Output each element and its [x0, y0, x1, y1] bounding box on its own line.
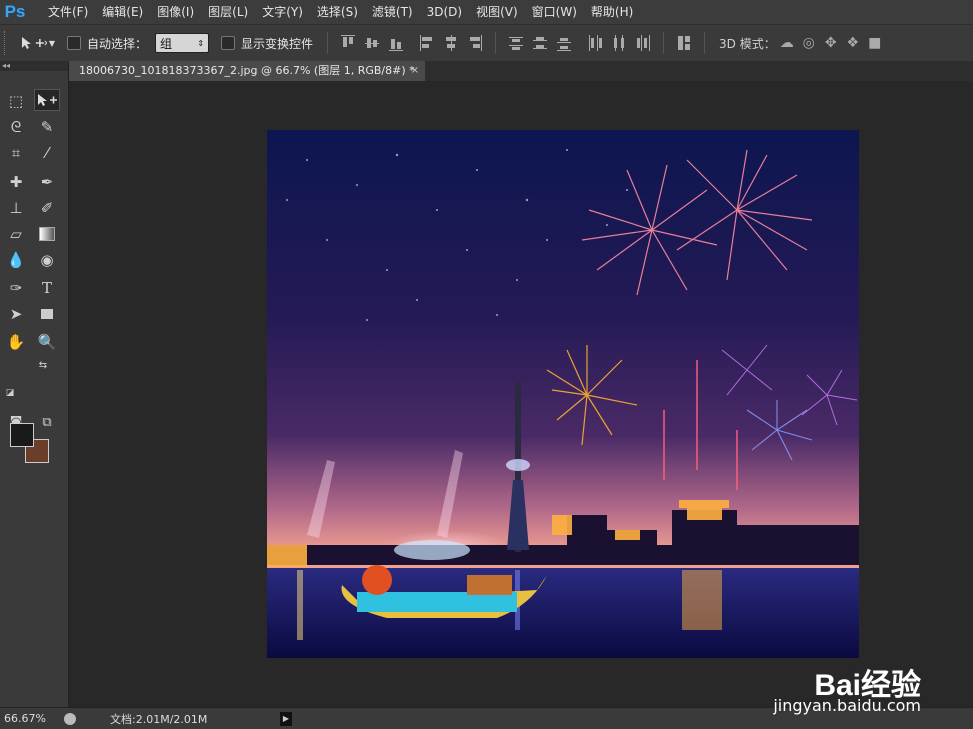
blur-icon[interactable]: 💧: [3, 249, 29, 271]
distribute-top-icon[interactable]: [509, 35, 524, 51]
auto-select-dropdown[interactable]: 组 ⇕: [155, 33, 210, 53]
foreground-color-swatch[interactable]: [10, 423, 34, 447]
dodge-icon[interactable]: ◉: [34, 249, 60, 271]
auto-align-icon[interactable]: [677, 35, 691, 51]
options-bar: ▼ 自动选择： 组 ⇕ 显示变换控件 3D 模式： ☁ ◎ ✥ ❖ ■: [0, 24, 973, 62]
auto-select-checkbox[interactable]: [67, 36, 81, 50]
eraser-icon[interactable]: ▱: [3, 223, 29, 245]
mode-3d-label: 3D 模式：: [719, 36, 776, 51]
camera-3d-icon[interactable]: ■: [866, 34, 884, 52]
align-top-icon[interactable]: [341, 35, 356, 51]
orbit-3d-icon[interactable]: ☁: [778, 34, 796, 52]
photoshop-logo: Ps: [4, 2, 26, 21]
slide-3d-icon[interactable]: ❖: [844, 34, 862, 52]
status-menu-arrow-icon[interactable]: ▶: [280, 711, 292, 726]
canvas-area[interactable]: [69, 81, 973, 707]
menu-window[interactable]: 窗口(W): [525, 0, 584, 24]
menu-view[interactable]: 视图(V): [469, 0, 525, 24]
baidu-watermark: Bai经验 jingyan.baidu.com: [773, 660, 921, 715]
roll-3d-icon[interactable]: ◎: [800, 34, 818, 52]
divider: [704, 32, 706, 54]
menu-filter[interactable]: 滤镜(T): [365, 0, 420, 24]
pen-icon[interactable]: ✑: [3, 277, 29, 299]
menu-help[interactable]: 帮助(H): [584, 0, 640, 24]
distribute-bottom-icon[interactable]: [557, 35, 572, 51]
auto-select-value: 组: [160, 36, 173, 51]
path-select-icon[interactable]: ➤: [3, 303, 29, 325]
chevron-down-icon: ▼: [48, 38, 55, 48]
shape-icon[interactable]: [34, 303, 60, 325]
auto-select-label: 自动选择：: [87, 36, 148, 51]
crop-icon[interactable]: ⌗: [3, 142, 29, 164]
zoom-level[interactable]: 66.67%: [0, 712, 56, 725]
move-icon: [21, 37, 47, 49]
document-size: 文档:2.01M/2.01M: [110, 712, 208, 726]
swap-colors-icon[interactable]: ⇆: [36, 358, 50, 372]
menu-type[interactable]: 文字(Y): [255, 0, 310, 24]
hand-icon[interactable]: ✋: [3, 331, 29, 353]
divider: [495, 32, 497, 54]
menu-image[interactable]: 图像(I): [150, 0, 201, 24]
align-bottom-icon[interactable]: [389, 35, 404, 51]
marquee-icon[interactable]: ⬚: [3, 90, 29, 112]
default-colors-icon[interactable]: ◪: [4, 387, 16, 399]
eyedropper-icon[interactable]: ⁄: [34, 142, 60, 164]
distribute-right-icon[interactable]: [636, 35, 651, 51]
collapse-icon[interactable]: ◂◂: [0, 61, 68, 71]
align-left-icon[interactable]: [420, 35, 434, 51]
type-icon[interactable]: T: [34, 277, 60, 299]
distribute-vcenter-icon[interactable]: [533, 35, 548, 51]
stamp-icon[interactable]: ⊥: [3, 197, 29, 219]
lasso-icon[interactable]: ᘓ: [3, 116, 29, 138]
distribute-hcenter-icon[interactable]: [612, 35, 626, 51]
menu-3d[interactable]: 3D(D): [420, 0, 469, 24]
align-vcenter-icon[interactable]: [365, 35, 380, 51]
divider: [663, 32, 665, 54]
close-icon[interactable]: ×: [411, 61, 419, 81]
distribute-left-icon[interactable]: [588, 35, 603, 51]
fireworks-night-photo: [267, 130, 859, 658]
watermark-url: jingyan.baidu.com: [773, 696, 921, 715]
show-transform-label: 显示变换控件: [241, 36, 314, 51]
pan-3d-icon[interactable]: ✥: [822, 34, 840, 52]
move-icon[interactable]: [34, 89, 60, 111]
screen-mode-icon[interactable]: ⧉: [34, 411, 60, 433]
brush-icon[interactable]: ✒: [34, 171, 60, 193]
quick-select-icon[interactable]: ✎: [34, 116, 60, 138]
move-tool-preset[interactable]: ▼: [19, 35, 55, 51]
align-right-icon[interactable]: [468, 35, 483, 51]
document-tab-title: 18006730_101818373367_2.jpg @ 66.7% (图层 …: [79, 64, 415, 77]
zoom-icon[interactable]: 🔍: [34, 331, 60, 353]
document-tabs: 18006730_101818373367_2.jpg @ 66.7% (图层 …: [69, 61, 973, 81]
healing-icon[interactable]: ✚: [3, 171, 29, 193]
align-hcenter-icon[interactable]: [444, 35, 458, 51]
show-transform-checkbox[interactable]: [221, 36, 236, 50]
menu-bar: Ps 文件(F) 编辑(E) 图像(I) 图层(L) 文字(Y) 选择(S) 滤…: [0, 0, 973, 24]
divider: [327, 32, 329, 54]
gradient-icon[interactable]: [34, 223, 60, 245]
tools-panel: ◂◂ ⬚ ᘓ ✎ ⌗ ⁄ ✚ ✒ ⊥ ✐ ▱ 💧 ◉ ✑ T ➤ ✋ 🔍 ⇆ ◪…: [0, 61, 69, 707]
menu-edit[interactable]: 编辑(E): [95, 0, 150, 24]
info-icon[interactable]: [64, 712, 76, 725]
menu-layer[interactable]: 图层(L): [201, 0, 255, 24]
history-brush-icon[interactable]: ✐: [34, 197, 60, 219]
menu-select[interactable]: 选择(S): [310, 0, 365, 24]
document-tab[interactable]: 18006730_101818373367_2.jpg @ 66.7% (图层 …: [69, 61, 425, 81]
menu-file[interactable]: 文件(F): [41, 0, 95, 24]
updown-icon: ⇕: [197, 38, 205, 48]
document-image[interactable]: [267, 130, 859, 658]
options-grip[interactable]: [4, 31, 11, 55]
